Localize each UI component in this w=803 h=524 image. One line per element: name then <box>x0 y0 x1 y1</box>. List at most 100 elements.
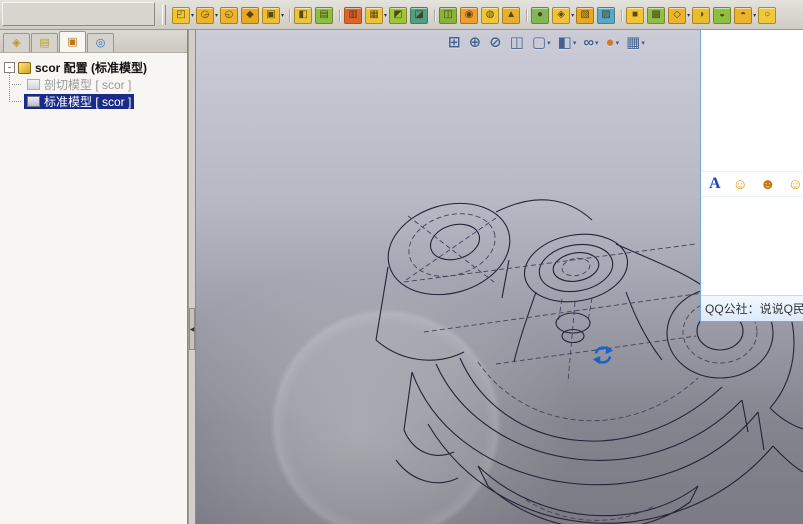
toolbar-icon-glyph: ● <box>537 9 544 20</box>
toolbar-icon[interactable]: ◵ <box>220 6 239 24</box>
toolbar-icon[interactable]: ◑ <box>692 6 711 24</box>
toolbar-icon-tile: ◧ <box>294 6 313 24</box>
view-tool-glyph: ∞ <box>583 34 595 51</box>
toolbar-icon-tile: ◍ <box>481 6 500 24</box>
toolbar-icon-glyph: ◩ <box>393 9 403 20</box>
toolbar-icon-tile: ▲ <box>502 6 521 24</box>
configuration-icon <box>18 61 31 74</box>
dropdown-caret-icon: ▾ <box>191 12 195 19</box>
configuration-manager-panel: ◈ ▤ ▣ ◎ - scor 配置 (标准模型) 剖切模型 [scor] 标… <box>0 30 188 524</box>
dropdown-caret-icon: ▾ <box>753 12 757 19</box>
qq-format-toolbar: A ☺ ☻ ☺ <box>701 171 803 197</box>
tree-item-label: 剖切模型 [ scor ] <box>44 78 132 92</box>
toolbar-icon[interactable]: ▧ <box>576 6 595 24</box>
toolbar-icon[interactable]: ◈ ▾ <box>552 6 575 24</box>
toolbar-icon[interactable]: ■ <box>621 6 645 24</box>
toolbar-icon[interactable]: ◶ ▾ <box>196 6 218 24</box>
toolbar-icon[interactable]: ▲ <box>502 6 521 24</box>
toolbar-icon[interactable]: ▨ <box>597 6 616 24</box>
view-orientation-icon[interactable]: ▢ ▾ <box>532 35 551 50</box>
section-view-icon[interactable]: ◫ <box>510 35 525 50</box>
display-style-icon[interactable]: ◧ ▾ <box>558 35 577 50</box>
magic-expression-icon[interactable]: ☻ <box>760 177 776 192</box>
view-tool-glyph: ◧ <box>557 34 572 51</box>
toolbar-icon[interactable]: ◩ <box>389 6 408 24</box>
toolbar-icon[interactable]: ● <box>526 6 550 24</box>
toolbar-icon[interactable]: ○ <box>758 6 777 24</box>
toolbar-icon[interactable]: ◧ <box>289 6 313 24</box>
toolbar-icon-glyph: ◧ <box>298 9 308 20</box>
tab-propertymanager[interactable]: ▤ <box>31 33 58 52</box>
screen-capture-icon[interactable]: ☺ <box>788 177 803 192</box>
dropdown-caret-icon: ▾ <box>384 12 388 19</box>
toolbar-icon[interactable]: ◍ <box>481 6 500 24</box>
toolbar-icon-glyph: ▧ <box>580 9 590 20</box>
zoom-previous-icon[interactable]: ⊘ <box>489 35 503 50</box>
panel-collapse-handle[interactable]: ◀ <box>189 308 195 350</box>
toolbar-icon-glyph: ▨ <box>601 9 611 20</box>
toolbar-icon[interactable]: ◓ ▾ <box>734 6 757 24</box>
toolbar-icon[interactable]: ▩ <box>647 6 666 24</box>
font-format-icon[interactable]: A <box>709 176 721 192</box>
toolbar-icon-tile: ◆ <box>241 6 260 24</box>
panel-tab-icon: ▤ <box>39 36 50 49</box>
toolbar-icon-glyph: ◒ <box>719 9 726 20</box>
top-toolbar-area: ◰ ▾ ◶ ▾ ◵ ◆ ▣ ▾ ◧ ▤ ▥ ▦ ▾ ◩ ◪ ◫ ◉ ◍ ▲ ● … <box>0 0 803 30</box>
toolbar-icon-tile: ▤ <box>315 6 334 24</box>
edit-appearance-icon[interactable]: ● ▾ <box>606 35 620 50</box>
toolbar-icon[interactable]: ◫ <box>434 6 458 24</box>
emoticon-icon[interactable]: ☺ <box>733 177 748 192</box>
solidworks-window: ◰ ▾ ◶ ▾ ◵ ◆ ▣ ▾ ◧ ▤ ▥ ▦ ▾ ◩ ◪ ◫ ◉ ◍ ▲ ● … <box>0 0 803 524</box>
standard-model-icon <box>27 96 40 107</box>
tab-configurationmanager[interactable]: ▣ <box>59 31 86 52</box>
tab-dimxpertmanager[interactable]: ◎ <box>87 33 114 52</box>
dropdown-caret-icon: ▾ <box>571 12 575 19</box>
toolbar-icon[interactable]: ▣ ▾ <box>262 6 284 24</box>
toolbar-grip[interactable] <box>162 5 166 25</box>
dropdown-caret-icon: ▾ <box>595 39 599 47</box>
toolbar-icon[interactable]: ◆ <box>241 6 260 24</box>
toolbar-icon-glyph: ◓ <box>740 9 747 20</box>
toolbar-icon[interactable]: ◒ <box>713 6 732 24</box>
section-model-icon <box>27 79 40 90</box>
toolbar-icon-tile: ■ <box>626 6 645 24</box>
toolbar-icon-tile: ○ <box>758 6 777 24</box>
toolbar-icon-glyph: ▩ <box>651 9 661 20</box>
toolbar-icon-glyph: ◑ <box>698 9 705 20</box>
toolbar-icon-tile: ▥ <box>344 6 363 24</box>
dropdown-caret-icon: ▾ <box>572 39 577 47</box>
tab-featuremanager[interactable]: ◈ <box>3 33 30 52</box>
zoom-area-icon[interactable]: ⊞ <box>448 35 462 50</box>
qq-status-ticker[interactable]: QQ公社：说说Q民 <box>701 295 803 321</box>
view-tool-glyph: ▦ <box>626 34 641 51</box>
toolbar-icon-glyph: ◵ <box>224 9 234 20</box>
view-tool-glyph: ⊕ <box>468 34 482 51</box>
toolbar-icon-tile: ▣ <box>262 6 281 24</box>
heads-up-view-toolbar: ⊞ ⊕ ⊘ ◫ ▢ ▾ ◧ ▾ ∞ ▾ ● ▾ ▦ ▾ <box>448 35 645 50</box>
toolbar-icon-glyph: ▣ <box>266 9 276 20</box>
toolbar-icon-glyph: ◰ <box>176 9 186 20</box>
toolbar-icon-glyph: ◪ <box>414 9 424 20</box>
toolbar-icon-glyph: ◶ <box>200 9 210 20</box>
zoom-fit-icon[interactable]: ⊕ <box>469 35 483 50</box>
toolbar-icon[interactable]: ◇ ▾ <box>668 6 690 24</box>
view-tool-glyph: ▢ <box>531 34 547 51</box>
hide-show-items-icon[interactable]: ∞ ▾ <box>583 35 598 50</box>
toolbar-icon[interactable]: ▥ <box>339 6 363 24</box>
tree-row-section-model[interactable]: 剖切模型 [ scor ] <box>2 76 185 93</box>
toolbar-icon[interactable]: ▦ ▾ <box>365 6 388 24</box>
toolbar-icon[interactable]: ◉ <box>460 6 479 24</box>
panel-splitter[interactable]: ◀ <box>188 30 196 524</box>
view-tool-glyph: ● <box>605 34 615 51</box>
toolbar-icon-tile: ◶ <box>196 6 215 24</box>
toolbar-icon[interactable]: ▤ <box>315 6 334 24</box>
apply-scene-icon[interactable]: ▦ ▾ <box>626 35 645 50</box>
tree-row-standard-model[interactable]: 标准模型 [ scor ] <box>2 93 185 110</box>
tree-row-configurations-root[interactable]: - scor 配置 (标准模型) <box>2 59 185 76</box>
configuration-tree: - scor 配置 (标准模型) 剖切模型 [ scor ] 标准模型 [ sc… <box>0 53 187 116</box>
toolbar-icon[interactable]: ◪ <box>410 6 429 24</box>
toolbar-icon-glyph: ○ <box>764 9 771 20</box>
toolbar-icon-glyph: ▦ <box>369 9 379 20</box>
toolbar-icon[interactable]: ◰ ▾ <box>172 6 195 24</box>
toolbar-icon-glyph: ▥ <box>348 9 358 20</box>
